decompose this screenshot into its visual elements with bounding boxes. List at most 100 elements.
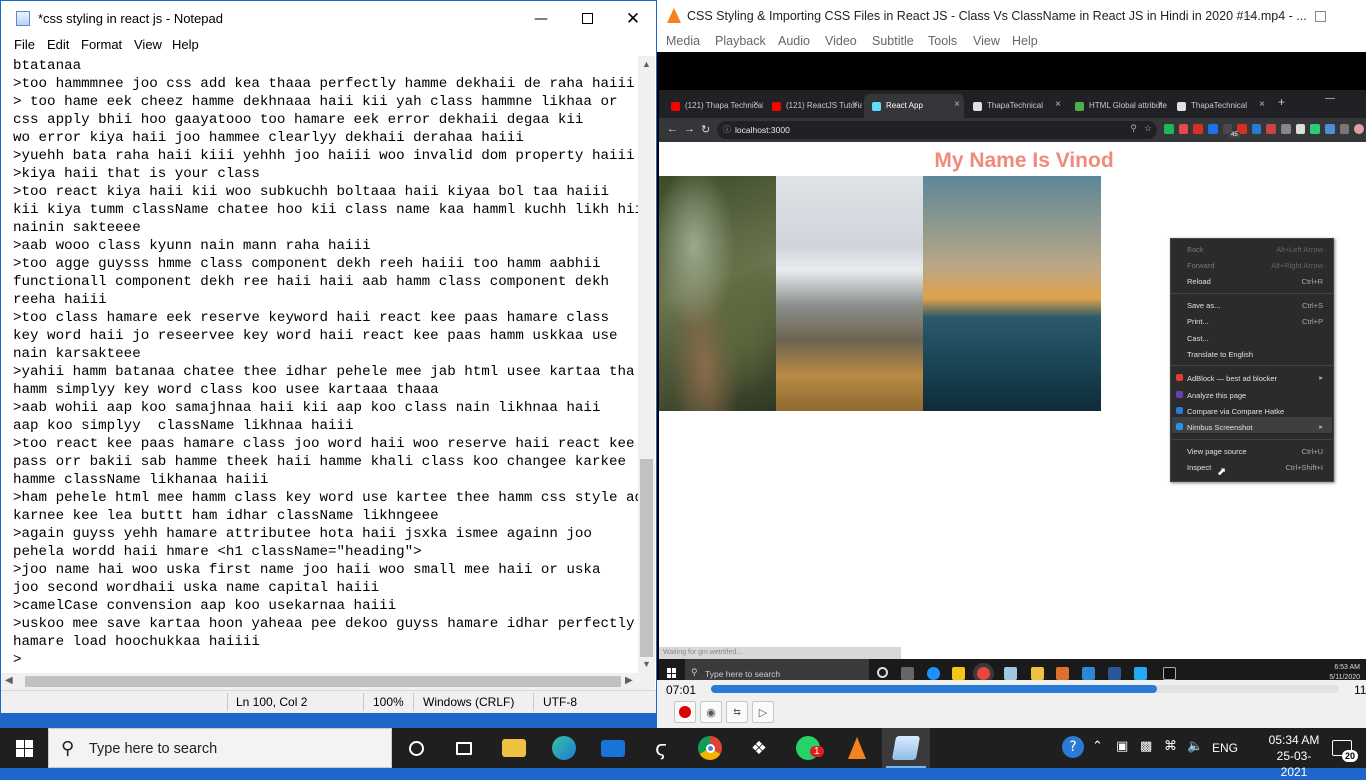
text-line: karnee kee lea buttt ham idhar className…: [13, 508, 439, 524]
vlc-menu-help[interactable]: Help: [1012, 34, 1038, 48]
minimize-button[interactable]: —: [518, 1, 564, 36]
app-button[interactable]: ϛ: [637, 728, 685, 768]
text-line: nain karsakteee: [13, 346, 141, 362]
scroll-right-icon[interactable]: ▶: [625, 675, 633, 686]
menu-help[interactable]: Help: [172, 37, 199, 52]
ctx-adblock: AdBlock — best ad blocker: [1187, 374, 1278, 383]
text-line: key word haii jo reseervee key word haii…: [13, 328, 618, 344]
tab-close-icon: ×: [1259, 99, 1265, 110]
tab-label: HTML Global attributes: [1089, 101, 1167, 110]
new-tab-icon: +: [1278, 95, 1286, 109]
notepad-icon: [16, 11, 30, 26]
file-explorer-button[interactable]: [490, 728, 538, 768]
seek-bar[interactable]: [711, 685, 1339, 693]
start-button[interactable]: [0, 728, 48, 768]
battery-icon[interactable]: ▩: [1140, 739, 1152, 754]
tab-label: (121) ReactJS Tutorial in: [786, 101, 862, 110]
record-button[interactable]: [674, 701, 696, 723]
browser-tab: React App ×: [864, 94, 964, 118]
camera-icon: ◉: [706, 706, 716, 719]
taskbar-search-box[interactable]: ⚲ Type here to search: [48, 728, 392, 768]
cortana-button[interactable]: [392, 728, 440, 768]
text-line: hamare load hoochukkaa haiiii: [13, 634, 260, 650]
submenu-arrow-icon: ▸: [1319, 422, 1323, 431]
tab-close-icon: ×: [753, 99, 759, 110]
tab-favicon-icon: [772, 102, 781, 111]
menu-file[interactable]: File: [14, 37, 35, 52]
hscroll-thumb[interactable]: [25, 676, 621, 687]
vlc-menu-tools[interactable]: Tools: [928, 34, 957, 48]
vlc-menu-video[interactable]: Video: [825, 34, 857, 48]
dropbox-button[interactable]: ❖: [735, 728, 783, 768]
adblock-icon: [1176, 374, 1183, 381]
menu-edit[interactable]: Edit: [47, 37, 69, 52]
page-heading: My Name Is Vinod: [934, 149, 1114, 172]
scroll-down-icon[interactable]: ▼: [642, 659, 651, 669]
chrome-button[interactable]: [686, 728, 734, 768]
maximize-button[interactable]: [564, 1, 610, 36]
task-view-button[interactable]: [440, 728, 488, 768]
text-line: >too class hamare eek reserve keyword ha…: [13, 310, 609, 326]
vertical-scrollbar[interactable]: ▲ ▼: [638, 56, 655, 673]
search-placeholder: Type here to search: [89, 741, 218, 757]
notepad-text-area[interactable]: btatanaa >too hammmnee joo css add kea th…: [13, 57, 638, 667]
lightning-icon: ϛ: [655, 736, 667, 760]
volume-icon[interactable]: 🔈: [1187, 739, 1203, 754]
vlc-taskbar-button[interactable]: [833, 728, 881, 768]
notepad-taskbar-button[interactable]: [882, 728, 930, 768]
tab-close-icon: ×: [852, 99, 858, 110]
scroll-left-icon[interactable]: ◀: [5, 675, 13, 686]
loop-ab-icon: ⇆: [733, 706, 741, 717]
action-center-button[interactable]: 20: [1318, 728, 1366, 768]
edge-button[interactable]: [540, 728, 588, 768]
recorded-cortana-icon: [877, 667, 888, 678]
snapshot-button[interactable]: ◉: [700, 701, 722, 723]
vlc-menu-playback[interactable]: Playback: [715, 34, 766, 48]
ctx-inspect: Inspect: [1187, 463, 1212, 472]
notepad-statusbar: Ln 100, Col 2 100% Windows (CRLF) UTF-8: [1, 690, 656, 713]
forest-floor-image: [659, 176, 776, 411]
meet-icon[interactable]: ▣: [1116, 739, 1128, 754]
vlc-menu-subtitle[interactable]: Subtitle: [872, 34, 914, 48]
vlc-titlebar[interactable]: CSS Styling & Importing CSS Files in Rea…: [657, 0, 1366, 32]
text-line: joo second wordhaii uska name capital ha…: [13, 580, 380, 596]
browser-tab: (121) ReactJS Tutorial in×: [764, 94, 862, 118]
chrome-icon: [698, 736, 722, 760]
scroll-thumb[interactable]: [640, 459, 653, 657]
whatsapp-button[interactable]: 1: [784, 728, 832, 768]
vlc-window: CSS Styling & Importing CSS Files in Rea…: [657, 0, 1366, 728]
text-line: css apply bhii hoo gaayatooo too hamare …: [13, 112, 584, 128]
video-area[interactable]: (121) Thapa Technical - × (121) ReactJS Tu…: [657, 52, 1366, 688]
ctx-cast: Cast...: [1187, 334, 1209, 343]
text-line: btatanaa: [13, 58, 82, 74]
scroll-up-icon[interactable]: ▲: [642, 59, 651, 69]
recorded-notepad-icon: [1004, 667, 1017, 680]
notepad-titlebar[interactable]: *css styling in react js - Notepad — ✕: [1, 1, 656, 36]
network-icon[interactable]: ⌘: [1164, 739, 1177, 754]
tray-chevron-icon[interactable]: ⌃: [1092, 739, 1103, 754]
language-indicator[interactable]: ENG: [1212, 741, 1238, 755]
horizontal-scrollbar[interactable]: ◀ ▶: [1, 673, 638, 690]
vlc-minimize-button[interactable]: —: [1228, 0, 1274, 32]
close-button[interactable]: ✕: [610, 1, 656, 36]
ctx-view-source: View page source: [1187, 447, 1247, 456]
vlc-menu-audio[interactable]: Audio: [778, 34, 810, 48]
text-line: >ham pehele html mee hamm class key word…: [13, 490, 638, 506]
clock[interactable]: 05:34 AM 25-03-2021: [1264, 732, 1324, 780]
text-line: wo error kiya haii joo hammee clearlyy d…: [13, 130, 524, 146]
mail-icon: [601, 739, 625, 757]
vlc-maximize-button[interactable]: [1297, 0, 1343, 32]
text-line: >too react kiya haii kii woo subkuchh bo…: [13, 184, 609, 200]
context-menu: Back Alt+Left Arrow Forward Alt+Right Ar…: [1170, 238, 1334, 482]
loop-ab-button[interactable]: ⇆: [726, 701, 748, 723]
recorded-word-icon: [1108, 667, 1121, 680]
help-icon[interactable]: ?: [1062, 736, 1084, 758]
status-line-ending: Windows (CRLF): [423, 695, 515, 709]
vlc-menu-media[interactable]: Media: [666, 34, 700, 48]
menu-format[interactable]: Format: [81, 37, 122, 52]
frame-step-button[interactable]: ▷: [752, 701, 774, 723]
vlc-menu-view[interactable]: View: [973, 34, 1000, 48]
vlc-icon: [848, 737, 866, 759]
mail-button[interactable]: [589, 728, 637, 768]
menu-view[interactable]: View: [134, 37, 162, 52]
